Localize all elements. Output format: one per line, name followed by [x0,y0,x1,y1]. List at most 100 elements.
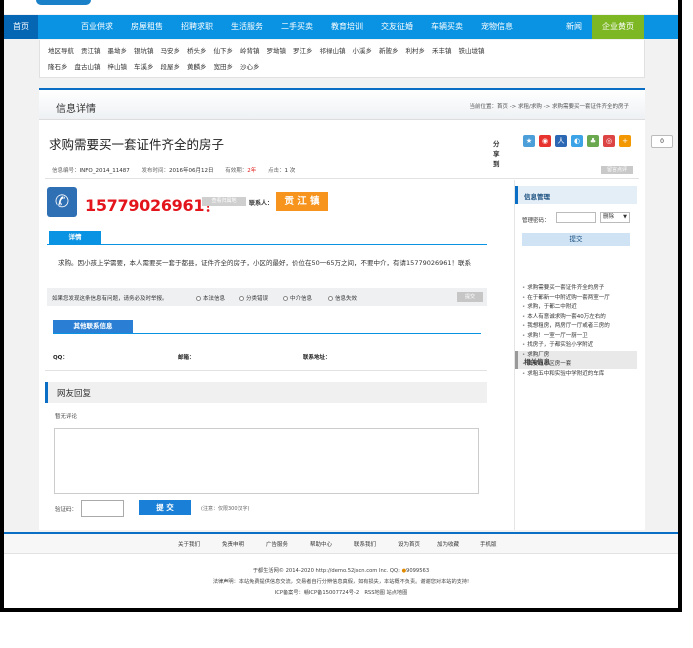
post-meta: 信息编号：INFO_2014_11487 发布时间：2016年06月12日 有效… [52,166,305,174]
area-link[interactable]: 铁山垅镇 [459,47,485,55]
footer-copyright: 于都生活网© 2014-2020 http://demo.52jscn.com … [252,568,430,574]
post-description: 求购。因小孩上学需要，本人需要买一套于都县，证件齐全的房子，小区的最好，价位在5… [58,259,472,267]
area-link[interactable]: 祁禄山镇 [320,47,346,55]
nav-item-education[interactable]: 教育培训 [322,15,372,39]
contact-label: 联系人： [249,200,274,207]
lookup-location-button[interactable]: 查看归属地 [202,197,246,206]
section-title: 信息详情 [56,104,96,115]
radio-icon[interactable] [239,296,244,301]
tencent-weibo-icon[interactable]: ◐ [571,135,583,147]
area-link[interactable]: 墨坳乡 [108,47,128,55]
area-link[interactable]: 贡江镇 [81,47,101,55]
footer-disclaimer: 法律声明：本站免费提供信息交流，交易者自行分辨信息真假，如有损失，本站概不负责。… [212,579,470,585]
list-item[interactable]: • 本人有意诚求购一套40万左右的 [522,313,610,323]
list-item[interactable]: • 求购厂房 [522,351,610,361]
breadcrumb[interactable]: 当前位置：首页 -> 求租/求购 -> 求购需要买一套证件齐全的房子 [469,102,629,110]
weibo-icon[interactable]: ◉ [539,135,551,147]
divider [45,370,487,371]
nav-item-pets[interactable]: 宠物信息 [472,15,522,39]
password-label: 管理密码： [522,218,550,224]
renren-icon[interactable]: 人 [555,135,567,147]
nav-item-vehicles[interactable]: 车辆买卖 [422,15,472,39]
list-item[interactable]: • 求购！一室一厅一厨一卫 [522,332,610,342]
nav-item-dating[interactable]: 交友征婚 [372,15,422,39]
list-item[interactable]: • 求租五中和实验中学附近的车库 [522,370,610,380]
divider [45,178,639,179]
footer-link-favorite[interactable]: 加为收藏 [437,540,459,548]
kaixin-icon[interactable]: ♣ [587,135,599,147]
area-link[interactable]: 银坑镇 [134,47,154,55]
manage-title: 信息管理 [524,193,550,201]
captcha-input[interactable] [81,500,124,517]
password-input[interactable] [556,212,596,223]
area-link[interactable]: 岭背镇 [240,47,260,55]
area-link[interactable]: 盘古山镇 [75,63,101,71]
footer-link-contact[interactable]: 联系我们 [354,540,376,548]
nav-item-jobs[interactable]: 招聘求职 [172,15,222,39]
footer-icp[interactable]: ICP备案号：赣ICP备15007724号-2 RSS地图 站点地图 [4,589,678,596]
area-link[interactable]: 宽田乡 [214,63,234,71]
more-share-icon[interactable]: + [619,135,631,147]
report-option-expired[interactable]: 信息失效 [328,294,357,302]
footer-link-mobile[interactable]: 手机版 [480,540,497,548]
site-logo[interactable] [36,0,91,5]
tab-other-contact[interactable]: 其他联系信息 [53,320,133,333]
nav-item-secondhand[interactable]: 二手买卖 [272,15,322,39]
nav-item-housing[interactable]: 房屋租售 [122,15,172,39]
manage-submit-button[interactable]: 提交 [522,233,630,246]
footer-link-about[interactable]: 关于我们 [178,540,200,548]
area-link[interactable]: 车溪乡 [134,63,154,71]
area-link[interactable]: 桥头乡 [187,47,207,55]
radio-icon[interactable] [196,296,201,301]
area-link[interactable]: 罗江乡 [293,47,313,55]
share-count: 0 [651,135,673,148]
footer-link-homepage[interactable]: 设为首页 [398,540,420,548]
comment-button[interactable]: 留言点评 [601,166,633,174]
reply-submit-button[interactable]: 提 交 [139,500,191,515]
area-row-1: 地区导航 贡江镇 墨坳乡 银坑镇 马安乡 桥头乡 仙下乡 岭背镇 罗坳镇 罗江乡 祁禄山镇 小溪乡 新陂… [48,45,492,55]
report-option-agent[interactable]: 中介信息 [283,294,312,302]
reply-header: 网友回复 [45,382,487,403]
area-link[interactable]: 隆石乡 [48,63,68,71]
report-option-illegal[interactable]: 本法信息 [196,294,225,302]
nav-item-home[interactable]: 首页 [4,15,38,39]
nav-item-yellowpages[interactable]: 企业黄页 [592,15,644,39]
reply-textarea[interactable] [54,428,479,494]
list-item[interactable]: • 我要租小区房一套 [522,360,610,370]
tab-detail[interactable]: 详情 [49,231,101,244]
area-link[interactable]: 黄麟乡 [187,63,207,71]
post-time: 2016年06月12日 [169,168,214,174]
list-item[interactable]: • 找房子，于都实验小学附近 [522,341,610,351]
list-item[interactable]: • 求购，于都二中附近 [522,303,610,313]
area-link[interactable]: 罗坳镇 [267,47,287,55]
nav-item-news[interactable]: 新闻 [558,15,590,39]
footer: 关于我们 免责申明 广告服务 帮助中心 联系我们 设为首页 加为收藏 手机版 于… [4,532,678,608]
area-link[interactable]: 利村乡 [406,47,426,55]
report-submit-button[interactable]: 提交 [457,292,483,302]
footer-link-disclaimer[interactable]: 免责申明 [222,540,244,548]
area-link[interactable]: 沙心乡 [240,63,260,71]
action-select[interactable]: 删除 ▼ [600,212,630,223]
nav-item-services[interactable]: 生活服务 [222,15,272,39]
nav-item-business[interactable]: 百业供求 [72,15,122,39]
area-link[interactable]: 禾丰镇 [432,47,452,55]
area-link[interactable]: 新陂乡 [379,47,399,55]
douban-icon[interactable]: ◎ [603,135,615,147]
area-link[interactable]: 段屋乡 [161,63,181,71]
list-item[interactable]: • 在于都新一中附近购一套两室一厅 [522,294,610,304]
footer-link-ads[interactable]: 广告服务 [266,540,288,548]
time-label: 发布时间： [141,168,170,174]
list-item[interactable]: • 求购需要买一套证件齐全的房子 [522,284,610,294]
report-option-category[interactable]: 分类错误 [239,294,268,302]
footer-link-help[interactable]: 帮助中心 [310,540,332,548]
radio-icon[interactable] [283,296,288,301]
area-row-2: 隆石乡 盘古山镇 梓山镇 车溪乡 段屋乡 黄麟乡 宽田乡 沙心乡 [48,61,267,71]
area-link[interactable]: 小溪乡 [353,47,373,55]
qzone-icon[interactable]: ★ [523,135,535,147]
area-link[interactable]: 梓山镇 [108,63,128,71]
top-bar [4,0,678,14]
radio-icon[interactable] [328,296,333,301]
area-link[interactable]: 仙下乡 [214,47,234,55]
area-link[interactable]: 马安乡 [161,47,181,55]
list-item[interactable]: • 我想租房，两房厅一厅或者三房的 [522,322,610,332]
